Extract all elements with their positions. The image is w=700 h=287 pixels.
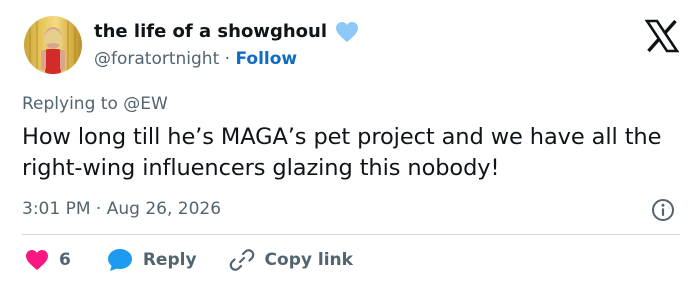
- avatar[interactable]: [24, 16, 82, 74]
- date-separator: ·: [95, 199, 102, 219]
- copy-link-button[interactable]: Copy link: [229, 247, 353, 273]
- handle[interactable]: @foratortnight: [94, 49, 219, 69]
- like-button[interactable]: 6: [25, 249, 71, 271]
- divider: [22, 234, 680, 235]
- info-icon[interactable]: [651, 198, 675, 222]
- tweet-time: 3:01 PM: [22, 199, 91, 219]
- follow-button[interactable]: Follow: [235, 49, 297, 69]
- like-count: 6: [59, 250, 71, 270]
- heart-icon: [26, 250, 48, 270]
- heart-badge-icon: [336, 22, 358, 42]
- handle-separator: ·: [224, 49, 231, 69]
- speech-bubble-icon: [107, 249, 132, 271]
- tweet-text: How long till he’s MAGA’s pet project an…: [22, 124, 662, 181]
- action-bar: 6 Reply Copy link: [25, 247, 353, 273]
- tweet-date: Aug 26, 2026: [106, 199, 222, 219]
- avatar-image: [29, 16, 76, 74]
- reply-label: Reply: [142, 250, 197, 270]
- link-icon: [229, 249, 254, 271]
- reply-button[interactable]: Reply: [107, 248, 197, 272]
- x-logo-icon[interactable]: [645, 19, 679, 53]
- handle-row: @foratortnight · Follow: [94, 48, 297, 70]
- tweet-timestamp[interactable]: 3:01 PM · Aug 26, 2026: [22, 197, 221, 221]
- replying-to: Replying to @EW: [22, 94, 168, 114]
- copy-link-label: Copy link: [264, 250, 353, 270]
- display-name[interactable]: the life of a showghoul: [94, 20, 327, 44]
- author-row: the life of a showghoul: [94, 20, 359, 44]
